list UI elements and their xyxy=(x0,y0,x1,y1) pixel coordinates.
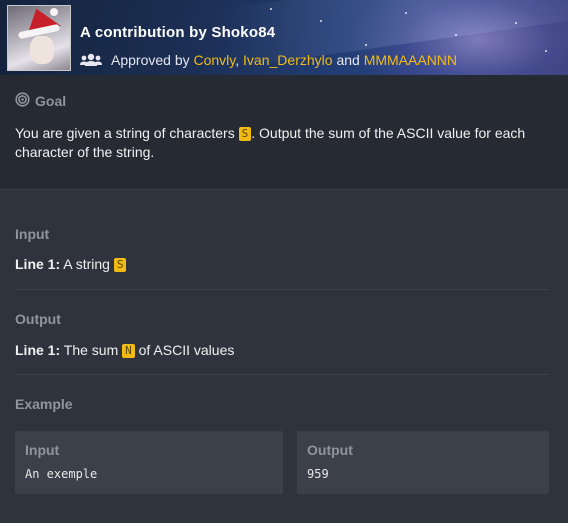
star-decoration xyxy=(455,34,457,36)
goal-label: Goal xyxy=(35,93,67,109)
author-avatar[interactable] xyxy=(7,5,71,71)
variable-badge-s: S xyxy=(238,127,252,141)
example-input-label: Input xyxy=(25,442,60,458)
goal-section: Goal You are given a string of character… xyxy=(0,75,568,190)
approved-by-line: Approved by Convly, Ivan_Derzhylo and MM… xyxy=(80,52,457,70)
star-decoration xyxy=(405,12,407,14)
approver-link-mmmaaannn[interactable]: MMMAAANNN xyxy=(364,52,457,68)
approver-separator: , xyxy=(235,52,240,68)
example-output-label: Output xyxy=(307,442,353,458)
contribution-header: A contribution by Shoko84 Approved by Co… xyxy=(0,0,568,75)
example-input-box: Input An exemple xyxy=(15,431,283,494)
output-heading: Output xyxy=(15,311,61,327)
star-decoration xyxy=(270,8,272,10)
output-line-1: Line 1: The sum N of ASCII values xyxy=(15,342,234,358)
goal-heading: Goal xyxy=(15,92,66,110)
approver-and: and xyxy=(336,52,360,68)
star-decoration xyxy=(320,20,322,22)
output-line-text-before: The sum xyxy=(63,342,119,358)
example-output-value: 959 xyxy=(307,467,329,481)
variable-badge-s: S xyxy=(113,258,127,272)
target-icon xyxy=(15,92,30,110)
output-line-label: Line 1: xyxy=(15,342,61,358)
example-heading: Example xyxy=(15,396,73,412)
star-decoration xyxy=(365,44,367,46)
variable-badge-n: N xyxy=(122,344,135,358)
input-line-1: Line 1: A string S xyxy=(15,256,127,272)
input-heading: Input xyxy=(15,226,50,242)
santa-hat-pom xyxy=(50,8,58,16)
example-output-box: Output 959 xyxy=(297,431,549,494)
approver-link-ivan-derzhylo[interactable]: Ivan_Derzhylo xyxy=(243,52,333,68)
approver-link-convly[interactable]: Convly xyxy=(194,52,236,68)
star-decoration xyxy=(545,50,547,52)
approved-prefix: Approved by xyxy=(111,52,190,68)
avatar-face xyxy=(30,36,54,64)
star-decoration xyxy=(515,22,517,24)
input-line-label: Line 1: xyxy=(15,256,61,272)
goal-text-before: You are given a string of characters xyxy=(15,125,235,141)
goal-statement: You are given a string of characters S. … xyxy=(15,124,555,162)
output-line-text-after: of ASCII values xyxy=(138,342,235,358)
input-line-text: A string xyxy=(63,256,110,272)
section-divider xyxy=(15,374,549,375)
users-icon xyxy=(80,53,102,70)
section-divider xyxy=(15,289,549,290)
example-input-value: An exemple xyxy=(25,467,98,481)
contribution-title: A contribution by Shoko84 xyxy=(80,24,276,41)
